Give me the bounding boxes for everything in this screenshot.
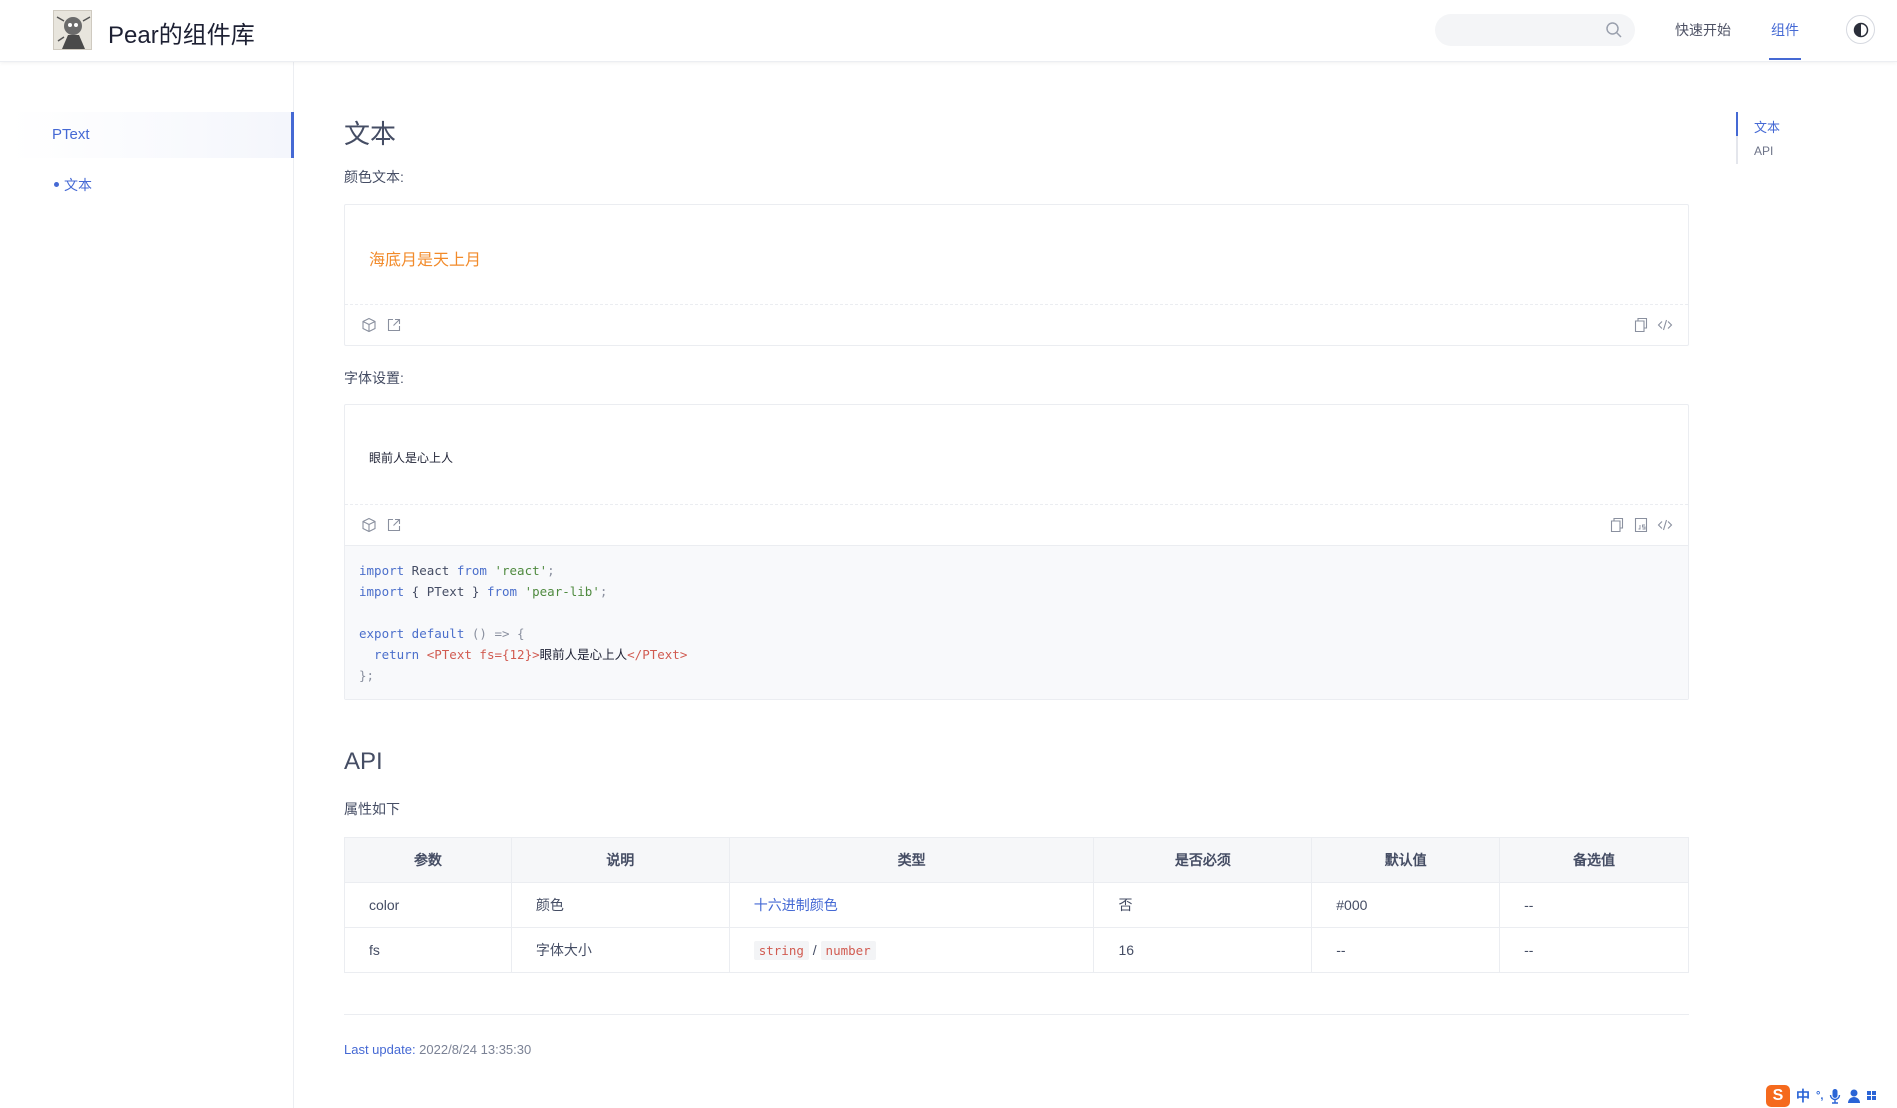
ime-toolbar: S 中 °, [1764, 1083, 1897, 1108]
type-chip: string [753, 941, 809, 960]
code-token: 'react' [486, 563, 548, 578]
code-token: > [532, 647, 540, 662]
table-cell: fs [344, 927, 512, 973]
table-cell: -- [1499, 927, 1689, 973]
sidebar-group-ptext[interactable]: PText [10, 112, 294, 158]
page-title: 文本 [344, 119, 397, 149]
ime-language[interactable]: 中 [1796, 1086, 1810, 1106]
microphone-icon[interactable] [1829, 1088, 1841, 1104]
demo1-actions [345, 305, 1688, 345]
code-token: return [359, 647, 427, 662]
copy-icon[interactable] [1609, 517, 1625, 533]
api-description: 属性如下 [344, 801, 400, 817]
api-heading: API [344, 748, 383, 775]
table-header: 备选值 [1499, 837, 1689, 883]
table-header: 说明 [510, 837, 730, 883]
site-logo[interactable] [53, 10, 92, 50]
table-header: 默认值 [1311, 837, 1501, 883]
contrast-icon [1853, 22, 1869, 38]
table-row: color 颜色 十六进制颜色 否 #000 -- [344, 882, 1689, 928]
ime-punctuation[interactable]: °, [1816, 1090, 1823, 1102]
table-cell: string / number [728, 927, 1095, 973]
table-of-contents: 文本 API [1736, 112, 1780, 164]
demo2-preview: 眼前人是心上人 [345, 405, 1688, 505]
demo2-preview-text: 眼前人是心上人 [369, 451, 454, 465]
code-token: from [456, 563, 487, 578]
table-cell: color [344, 882, 512, 928]
demo2-card: 眼前人是心上人 import React from 'react'; impor… [344, 404, 1689, 700]
nav-quick-start[interactable]: 快速开始 [1675, 20, 1731, 40]
top-header: Pear的组件库 快速开始 组件 [0, 0, 1897, 62]
open-external-icon[interactable] [386, 317, 402, 333]
table-cell: #000 [1311, 882, 1501, 928]
last-update-label: Last update: [344, 1042, 416, 1057]
grid-menu-icon[interactable] [1867, 1088, 1877, 1104]
code-token: 眼前人是心上人 [539, 647, 628, 662]
sidebar-group-label: PText [52, 126, 90, 143]
demo1-card: 海底月是天上月 [344, 204, 1689, 346]
last-update: Last update: 2022/8/24 13:35:30 [344, 1042, 531, 1057]
demo2-actions [345, 505, 1688, 545]
show-code-icon[interactable] [1657, 517, 1673, 533]
table-cell: 字体大小 [510, 927, 730, 973]
last-update-value: 2022/8/24 13:35:30 [415, 1042, 532, 1057]
type-separator: / [812, 942, 817, 958]
code-token: import [359, 563, 405, 578]
codesandbox-icon[interactable] [361, 317, 377, 333]
code-token: <PText [426, 647, 480, 662]
search-icon[interactable] [1605, 21, 1623, 39]
user-icon[interactable] [1847, 1088, 1861, 1104]
table-header-row: 参数 说明 类型 是否必须 默认值 备选值 [344, 837, 1689, 883]
sidebar-item-label: 文本 [64, 177, 92, 193]
table-cell: 否 [1093, 882, 1313, 928]
code-token: from [486, 584, 518, 599]
table-cell: -- [1499, 882, 1689, 928]
copy-icon[interactable] [1633, 317, 1649, 333]
js-file-icon[interactable] [1633, 517, 1649, 533]
code-token: fs= [479, 647, 502, 662]
nav-active-indicator [1769, 58, 1801, 60]
code-token: </PText> [627, 647, 688, 662]
api-table: 参数 说明 类型 是否必须 默认值 备选值 color 颜色 十六进制颜色 否 … [344, 837, 1689, 973]
code-token: () => { [464, 626, 525, 641]
sidebar-item-text[interactable]: 文本 [54, 175, 92, 195]
type-chip: number [820, 941, 876, 960]
code-token: }; [359, 668, 375, 683]
code-block[interactable]: import React from 'react'; import { PTex… [345, 545, 1688, 699]
table-header: 类型 [728, 837, 1095, 883]
table-cell: 颜色 [510, 882, 730, 928]
code-token: import [359, 584, 405, 599]
type-link[interactable]: 十六进制颜色 [728, 882, 1095, 928]
demo2-label: 字体设置: [344, 370, 404, 386]
footer-divider [344, 1014, 1689, 1015]
toc-item-text[interactable]: 文本 [1754, 117, 1780, 136]
code-token: ; [547, 563, 555, 578]
toc-item-api[interactable]: API [1754, 144, 1773, 158]
search-input[interactable] [1435, 14, 1635, 46]
sogou-logo-icon[interactable]: S [1766, 1084, 1790, 1107]
site-title[interactable]: Pear的组件库 [108, 15, 255, 50]
nav-components[interactable]: 组件 [1771, 20, 1799, 40]
table-row: fs 字体大小 string / number 16 -- -- [344, 927, 1689, 973]
code-token: { PText } [404, 584, 487, 599]
sidebar: PText 文本 [0, 62, 294, 1108]
code-token: ; [599, 584, 608, 599]
code-token: {12} [502, 647, 533, 662]
show-code-icon[interactable] [1657, 317, 1673, 333]
demo1-preview-text: 海底月是天上月 [369, 252, 482, 269]
theme-toggle-button[interactable] [1846, 15, 1875, 44]
demo1-preview: 海底月是天上月 [345, 205, 1688, 305]
table-header: 是否必须 [1093, 837, 1313, 883]
table-header: 参数 [344, 837, 512, 883]
demo1-label: 颜色文本: [344, 169, 404, 185]
table-cell: -- [1311, 927, 1501, 973]
code-token: export default [359, 626, 465, 641]
codesandbox-icon[interactable] [361, 517, 377, 533]
table-cell: 16 [1093, 927, 1313, 973]
code-token: 'pear-lib' [517, 584, 600, 599]
open-external-icon[interactable] [386, 517, 402, 533]
bullet-icon [54, 181, 59, 187]
toc-active-indicator [1736, 112, 1738, 136]
code-token: React [404, 563, 457, 578]
